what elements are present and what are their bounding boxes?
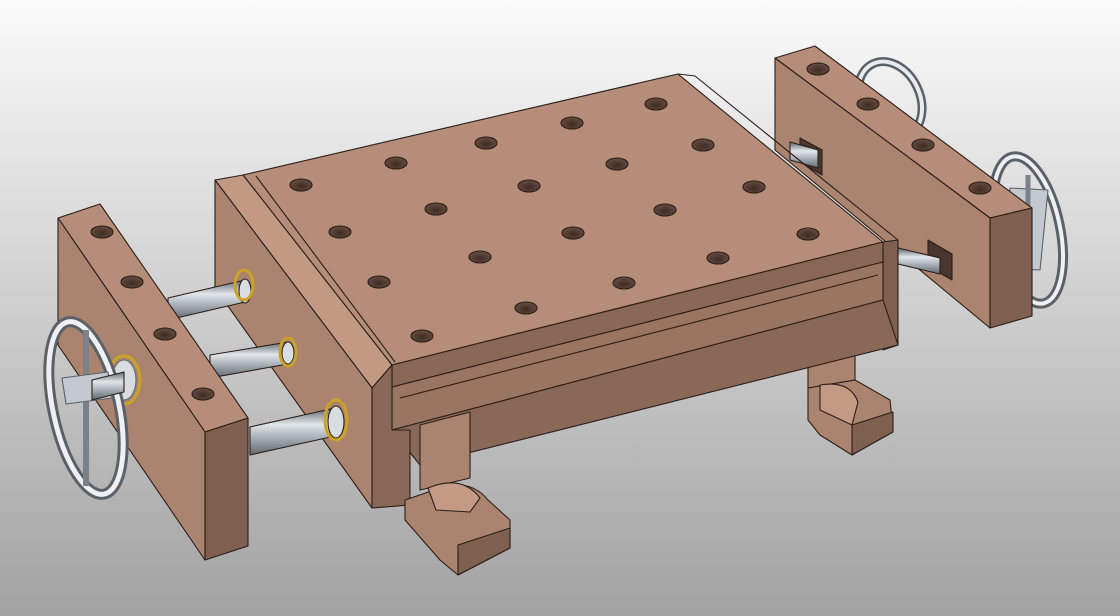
cad-viewport[interactable] xyxy=(0,0,1120,616)
cross-slide-table-model xyxy=(0,0,1120,616)
